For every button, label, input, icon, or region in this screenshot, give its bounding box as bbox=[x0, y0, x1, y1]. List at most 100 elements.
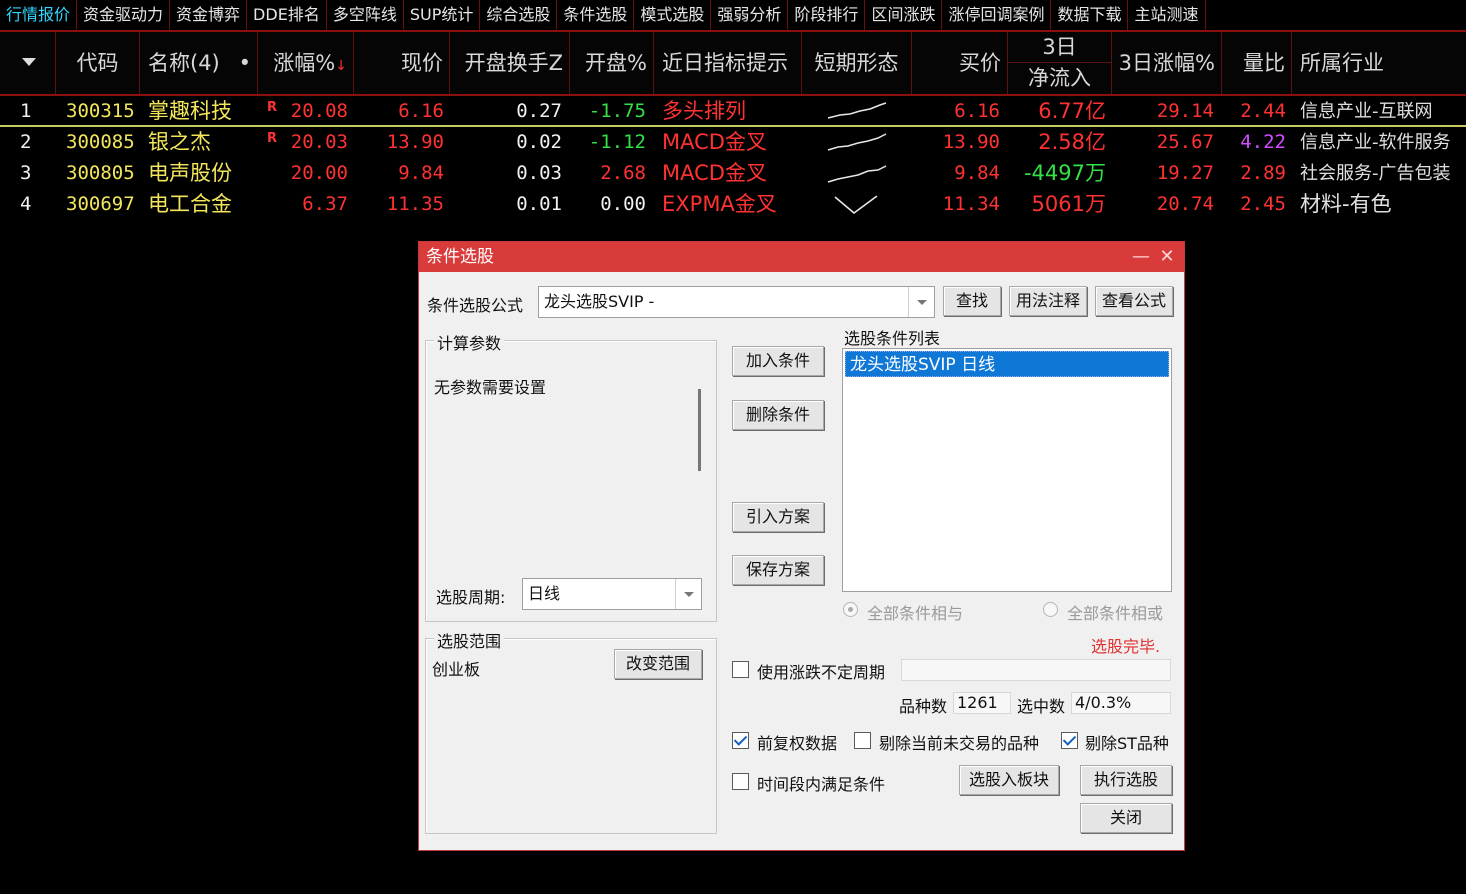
top-menu-bar: 行情报价 资金驱动力 资金博弈 DDE排名 多空阵线 SUP统计 综合选股 条件… bbox=[0, 0, 1466, 32]
menu-dde-rank[interactable]: DDE排名 bbox=[247, 0, 327, 30]
condition-stock-picker-dialog: 条件选股 — ✕ 条件选股公式 龙头选股SVIP - 查找 用法注释 查看公式 … bbox=[418, 241, 1185, 851]
find-button[interactable]: 查找 bbox=[943, 286, 1001, 316]
volume-ratio: 2.89 bbox=[1240, 162, 1286, 184]
header-industry[interactable]: 所属行业 bbox=[1292, 32, 1466, 94]
header-open-turnover[interactable]: 开盘换手Z bbox=[450, 32, 570, 94]
all-and-label: 全部条件相与 bbox=[867, 604, 964, 623]
menu-composite-pick[interactable]: 综合选股 bbox=[480, 0, 558, 30]
count-label: 品种数 bbox=[899, 697, 948, 716]
menu-condition-pick[interactable]: 条件选股 bbox=[557, 0, 635, 30]
net-inflow: 6.77亿 bbox=[1038, 99, 1106, 123]
variable-period-checkbox[interactable] bbox=[732, 661, 749, 678]
count-value: 1261 bbox=[953, 692, 1011, 714]
industry: 材料-有色 bbox=[1300, 192, 1392, 216]
list-item[interactable]: 龙头选股SVIP 日线 bbox=[845, 351, 1169, 377]
menu-data-download[interactable]: 数据下载 bbox=[1051, 0, 1129, 30]
period-satisfy-label: 时间段内满足条件 bbox=[757, 775, 886, 794]
change-range-button[interactable]: 改变范围 bbox=[614, 649, 702, 679]
minimize-icon[interactable]: — bbox=[1128, 242, 1154, 272]
row-index: 2 bbox=[20, 131, 32, 153]
row-index: 1 bbox=[20, 100, 32, 122]
menu-limit-pullback[interactable]: 涨停回调案例 bbox=[942, 0, 1052, 30]
view-formula-button[interactable]: 查看公式 bbox=[1095, 286, 1173, 316]
usage-notes-button[interactable]: 用法注释 bbox=[1009, 286, 1087, 316]
dialog-title: 条件选股 bbox=[426, 247, 494, 267]
variable-period-input[interactable] bbox=[901, 659, 1171, 681]
all-or-radio[interactable] bbox=[1043, 602, 1058, 617]
delete-condition-button[interactable]: 删除条件 bbox=[732, 400, 824, 430]
header-netflow-bottom: 净流入 bbox=[1028, 66, 1091, 90]
range-value: 创业板 bbox=[432, 660, 481, 679]
column-menu-button[interactable] bbox=[0, 32, 56, 94]
exclude-st-checkbox[interactable] bbox=[1061, 732, 1078, 749]
header-3day-change[interactable]: 3日涨幅% bbox=[1112, 32, 1222, 94]
menu-capital-drive[interactable]: 资金驱动力 bbox=[77, 0, 171, 30]
header-netflow-top: 3日 bbox=[1008, 32, 1111, 63]
table-row[interactable]: 3 300805 电声股份 20.00 9.84 0.03 2.68 MACD金… bbox=[0, 158, 1466, 189]
header-volume-ratio[interactable]: 量比 bbox=[1222, 32, 1292, 94]
header-netflow[interactable]: 3日 净流入 bbox=[1008, 32, 1112, 94]
close-icon[interactable]: ✕ bbox=[1154, 242, 1180, 272]
adjusted-data-label: 前复权数据 bbox=[757, 734, 838, 753]
add-condition-button[interactable]: 加入条件 bbox=[732, 346, 824, 376]
header-pattern[interactable]: 短期形态 bbox=[802, 32, 912, 94]
adjusted-data-checkbox[interactable] bbox=[732, 732, 749, 749]
save-plan-button[interactable]: 保存方案 bbox=[732, 555, 824, 585]
header-open-pct[interactable]: 开盘% bbox=[570, 32, 654, 94]
open-pct: -1.75 bbox=[588, 100, 646, 122]
params-text: 无参数需要设置 bbox=[434, 378, 547, 397]
row-index: 3 bbox=[20, 162, 32, 184]
menu-bull-bear[interactable]: 多空阵线 bbox=[327, 0, 404, 30]
menu-sup-stats[interactable]: SUP统计 bbox=[404, 0, 481, 30]
net-inflow: -4497万 bbox=[1023, 161, 1106, 185]
all-and-radio[interactable] bbox=[843, 602, 858, 617]
status-text: 选股完毕. bbox=[1091, 637, 1161, 656]
chevron-down-icon[interactable] bbox=[908, 287, 934, 317]
open-pct: 0.00 bbox=[600, 193, 646, 215]
table-row[interactable]: 2 300085 银之杰 R 20.03 13.90 0.02 -1.12 MA… bbox=[0, 127, 1466, 158]
period-select[interactable]: 日线 bbox=[522, 578, 702, 610]
menu-strength-analysis[interactable]: 强弱分析 bbox=[711, 0, 789, 30]
header-bid[interactable]: 买价 bbox=[912, 32, 1008, 94]
import-plan-button[interactable]: 引入方案 bbox=[732, 502, 824, 532]
open-turnover: 0.03 bbox=[516, 162, 562, 184]
menu-pattern-pick[interactable]: 模式选股 bbox=[634, 0, 712, 30]
bid-price: 9.84 bbox=[954, 162, 1000, 184]
dialog-titlebar[interactable]: 条件选股 — ✕ bbox=[419, 242, 1184, 272]
header-code[interactable]: 代码 bbox=[56, 32, 140, 94]
open-turnover: 0.02 bbox=[516, 131, 562, 153]
exclude-untraded-checkbox[interactable] bbox=[854, 732, 871, 749]
header-indicator[interactable]: 近日指标提示 bbox=[654, 32, 802, 94]
change-3day: 19.27 bbox=[1156, 162, 1214, 184]
close-button[interactable]: 关闭 bbox=[1080, 803, 1172, 833]
period-satisfy-checkbox[interactable] bbox=[732, 773, 749, 790]
add-to-block-button[interactable]: 选股入板块 bbox=[959, 765, 1059, 795]
chevron-down-icon[interactable] bbox=[675, 579, 701, 609]
header-change-pct[interactable]: 涨幅%↓ bbox=[258, 32, 354, 94]
table-row[interactable]: 1 300315 掌趣科技 R 20.08 6.16 0.27 -1.75 多头… bbox=[0, 96, 1466, 127]
volume-ratio: 2.45 bbox=[1240, 193, 1286, 215]
header-name-dot: • bbox=[238, 51, 251, 75]
params-group: 计算参数 无参数需要设置 选股周期: 日线 bbox=[425, 330, 717, 622]
condition-list-label: 选股条件列表 bbox=[844, 329, 941, 348]
condition-list[interactable]: 龙头选股SVIP 日线 bbox=[842, 348, 1172, 592]
indicator-hint: MACD金叉 bbox=[662, 130, 767, 154]
stock-table: 1 300315 掌趣科技 R 20.08 6.16 0.27 -1.75 多头… bbox=[0, 96, 1466, 220]
header-price[interactable]: 现价 bbox=[354, 32, 450, 94]
menu-interval-change[interactable]: 区间涨跌 bbox=[865, 0, 943, 30]
bid-price: 11.34 bbox=[942, 193, 1000, 215]
menu-quote[interactable]: 行情报价 bbox=[0, 0, 78, 30]
bid-price: 13.90 bbox=[942, 131, 1000, 153]
execute-pick-button[interactable]: 执行选股 bbox=[1080, 765, 1172, 795]
table-row[interactable]: 4 300697 电工合金 6.37 11.35 0.01 0.00 EXPMA… bbox=[0, 189, 1466, 220]
formula-select[interactable]: 龙头选股SVIP - bbox=[538, 286, 935, 318]
params-scrollbar[interactable] bbox=[698, 389, 701, 471]
header-name[interactable]: 名称(4) • bbox=[140, 32, 258, 94]
stock-name: 电声股份 bbox=[148, 161, 232, 185]
formula-label: 条件选股公式 bbox=[427, 296, 524, 315]
menu-stage-rank[interactable]: 阶段排行 bbox=[788, 0, 866, 30]
range-group: 选股范围 创业板 改变范围 bbox=[425, 628, 717, 834]
menu-speed-test[interactable]: 主站测速 bbox=[1128, 0, 1206, 30]
menu-capital-game[interactable]: 资金博弈 bbox=[170, 0, 248, 30]
net-inflow: 5061万 bbox=[1031, 192, 1106, 216]
